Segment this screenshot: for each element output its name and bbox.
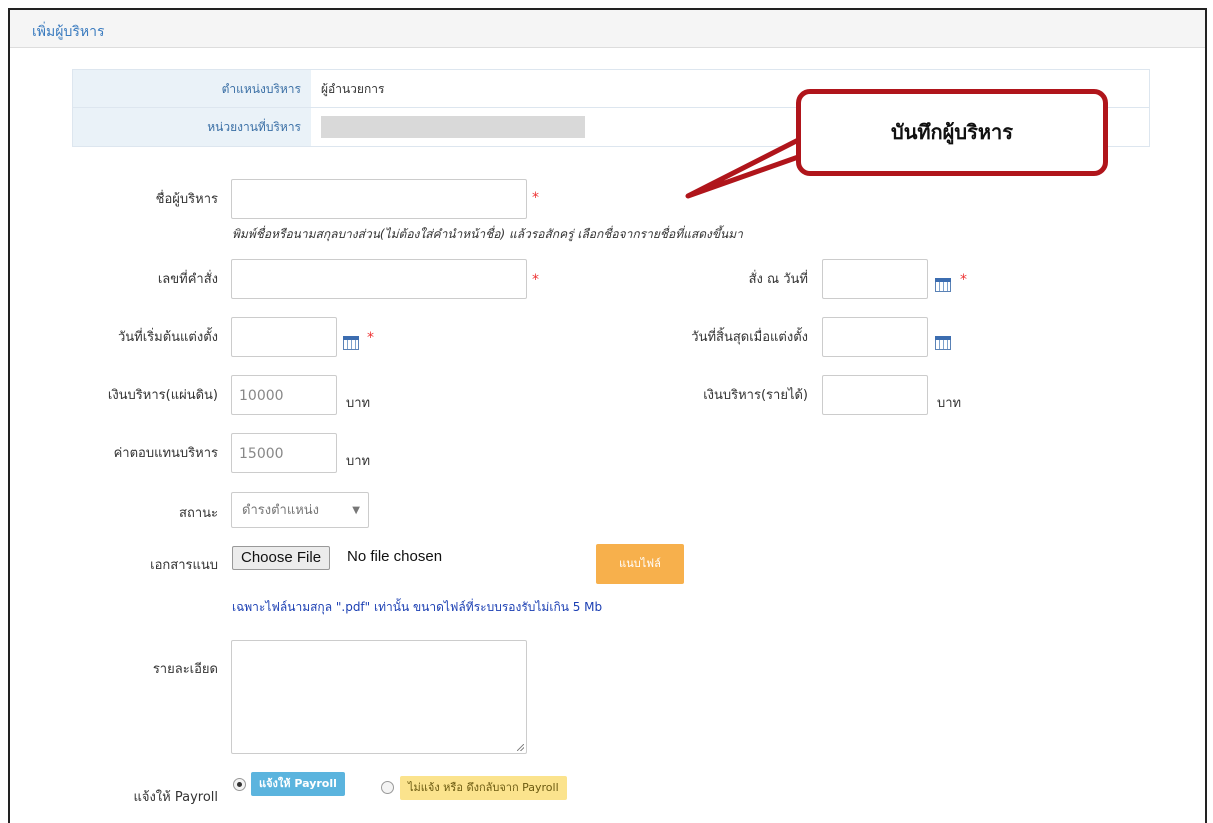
form-window: เพิ่มผู้บริหาร ตำแหน่งบริหาร ผู้อำนวยการ… <box>8 8 1207 823</box>
callout-box: บันทึกผู้บริหาร <box>796 89 1108 176</box>
